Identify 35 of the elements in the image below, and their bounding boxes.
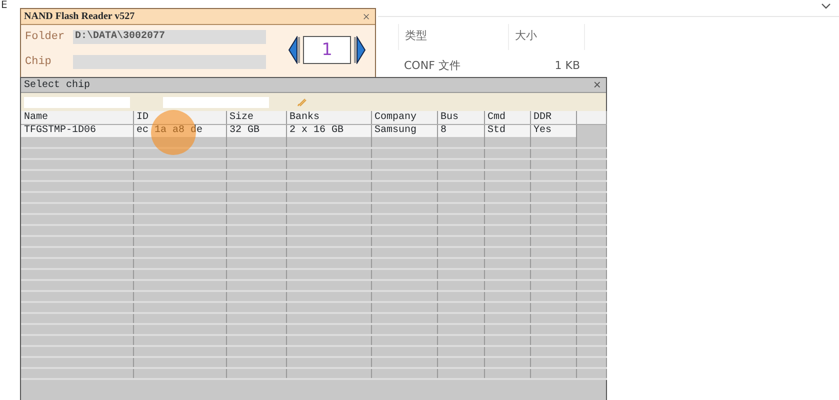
column-header[interactable]: Size <box>226 111 286 124</box>
table-cell[interactable]: Yes <box>530 124 576 137</box>
column-header[interactable]: 类型 <box>398 24 508 50</box>
column-header[interactable]: Banks <box>286 111 371 124</box>
table-cell[interactable]: Std <box>484 124 530 137</box>
column-header[interactable]: 大小 <box>508 24 584 50</box>
column-header[interactable]: Bus <box>437 111 484 124</box>
table-cell[interactable]: 8 <box>437 124 484 137</box>
text-field[interactable]: D:\DATA\3002077 <box>73 30 266 44</box>
file-size: 1 KB <box>554 58 580 74</box>
menu-letter: E <box>1 0 8 11</box>
field-label: Chip <box>25 54 52 70</box>
window-title: NAND Flash Reader v527 <box>24 10 135 24</box>
close-button[interactable]: × <box>591 78 603 92</box>
column-header[interactable]: Cmd <box>484 111 530 124</box>
previous-arrow-icon[interactable] <box>287 36 301 64</box>
field-label: Folder <box>25 30 66 45</box>
chevron-icon[interactable] <box>821 3 831 10</box>
column-header[interactable]: DDR <box>530 111 576 124</box>
table-cell[interactable]: 2 x 16 GB <box>286 124 371 137</box>
table-cell[interactable]: 32 GB <box>226 124 286 137</box>
column-header[interactable]: Company <box>371 111 437 124</box>
window-title: Select chip <box>24 78 90 92</box>
filter-field[interactable] <box>24 96 130 108</box>
filter-field[interactable] <box>163 96 269 108</box>
table-cell[interactable]: TFGSTMP-1D06 <box>21 124 133 137</box>
file-type: CONF 文件 <box>404 58 462 74</box>
column-header[interactable]: Name <box>21 111 133 124</box>
table-cell[interactable]: Samsung <box>371 124 437 137</box>
close-button[interactable]: × <box>360 10 372 23</box>
counter-field[interactable]: 1 <box>303 36 351 64</box>
next-arrow-icon[interactable] <box>353 36 367 64</box>
text-field[interactable] <box>73 54 266 69</box>
pencil-icon[interactable] <box>297 97 307 107</box>
column-header[interactable]: ID <box>133 111 226 124</box>
